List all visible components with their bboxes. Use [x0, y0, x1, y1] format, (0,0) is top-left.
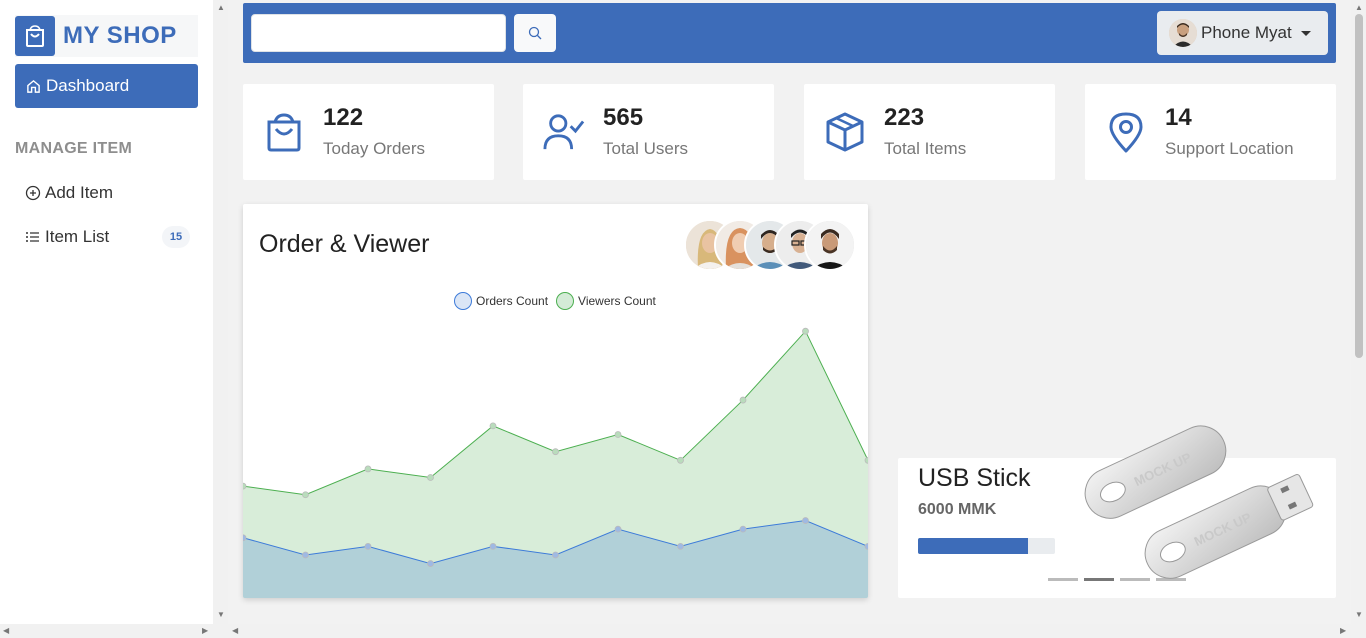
data-point[interactable]	[677, 542, 684, 550]
scroll-left-icon[interactable]: ◀	[3, 626, 9, 635]
home-icon	[26, 79, 41, 94]
product-progress-bar	[918, 538, 1055, 554]
stat-value: 565	[603, 104, 644, 131]
data-point[interactable]	[243, 482, 247, 490]
brand-name: MY SHOP	[63, 22, 177, 49]
data-point[interactable]	[864, 456, 868, 464]
scroll-thumb[interactable]	[1355, 14, 1363, 358]
avatar	[1169, 19, 1197, 47]
scroll-right-icon[interactable]: ▶	[1340, 626, 1346, 635]
progress-fill	[918, 538, 1028, 554]
data-point[interactable]	[243, 534, 247, 542]
sidebar-item-item-list[interactable]: Item List 15	[25, 225, 190, 249]
data-point[interactable]	[552, 448, 559, 456]
scroll-right-icon[interactable]: ▶	[202, 626, 208, 635]
stat-card-users: 565 Total Users	[523, 84, 774, 180]
chart-title: Order & Viewer	[259, 230, 430, 258]
data-point[interactable]	[802, 327, 809, 335]
legend-swatch	[454, 292, 472, 310]
sidebar: MY SHOP Dashboard MANAGE ITEM Add Item I…	[0, 0, 213, 624]
user-name: Phone Myat	[1201, 23, 1292, 42]
scroll-left-icon[interactable]: ◀	[232, 626, 238, 635]
user-menu-button[interactable]: Phone Myat	[1157, 11, 1328, 55]
data-point[interactable]	[677, 456, 684, 464]
product-name: USB Stick	[918, 464, 1031, 492]
stat-value: 122	[323, 104, 364, 131]
viewer-avatars	[684, 219, 856, 271]
map-pin-icon	[1105, 110, 1147, 154]
legend-item-orders[interactable]: Orders Count	[454, 292, 548, 310]
stat-label: Total Items	[884, 139, 967, 158]
data-point[interactable]	[864, 542, 868, 550]
chart-legend: Orders Count Viewers Count	[454, 292, 664, 310]
search-icon	[528, 26, 542, 40]
data-point[interactable]	[364, 465, 372, 473]
scroll-down-icon[interactable]: ▼	[1355, 610, 1363, 619]
legend-swatch	[556, 292, 575, 310]
sidebar-item-label: Dashboard	[46, 76, 130, 95]
order-viewer-chart-card: Order & Viewer Orders Count Viewers Coun…	[243, 204, 868, 598]
caret-down-icon	[1300, 30, 1311, 36]
data-point[interactable]	[739, 396, 747, 404]
stat-label: Support Location	[1165, 139, 1294, 158]
user-check-icon	[543, 110, 585, 154]
data-point[interactable]	[302, 491, 309, 499]
stat-card-items: 223 Total Items	[804, 84, 1055, 180]
section-title: MANAGE ITEM	[15, 140, 133, 157]
legend-label: Orders Count	[476, 294, 549, 308]
data-point[interactable]	[489, 542, 497, 550]
product-price: 6000 MMK	[918, 501, 997, 518]
shopping-bag-icon	[15, 16, 55, 56]
stat-card-locations: 14 Support Location	[1085, 84, 1336, 180]
stat-card-orders: 122 Today Orders	[243, 84, 494, 180]
legend-label: Viewers Count	[578, 294, 656, 308]
sidebar-item-add-item[interactable]: Add Item	[25, 181, 190, 205]
data-point[interactable]	[489, 422, 497, 430]
sidebar-item-label: Add Item	[45, 183, 114, 202]
horizontal-scrollbar[interactable]: ◀ ▶ ◀ ▶	[0, 624, 1366, 638]
legend-item-viewers[interactable]: Viewers Count	[556, 292, 656, 310]
sidebar-item-dashboard[interactable]: Dashboard	[15, 64, 198, 108]
box-icon	[824, 110, 866, 154]
stat-label: Today Orders	[323, 139, 426, 158]
scroll-up-icon[interactable]: ▲	[1355, 3, 1363, 12]
usb-stick-image: MOCK UP MOCK UP	[1084, 425, 1314, 579]
main-scrollbar[interactable]: ▲ ▼	[1351, 0, 1366, 624]
data-point[interactable]	[614, 431, 622, 438]
item-count-badge: 15	[162, 226, 190, 248]
top-navbar: Phone Myat	[243, 3, 1336, 63]
data-point[interactable]	[427, 474, 434, 481]
data-point[interactable]	[552, 551, 559, 559]
scroll-down-icon[interactable]: ▼	[217, 610, 225, 619]
stat-value: 223	[884, 104, 925, 131]
data-point[interactable]	[739, 525, 747, 533]
list-icon	[25, 230, 41, 244]
data-point[interactable]	[302, 551, 309, 559]
sidebar-scrollbar[interactable]: ▲ ▼	[213, 0, 228, 624]
avatar	[804, 219, 856, 271]
scroll-up-icon[interactable]: ▲	[217, 3, 225, 12]
data-point[interactable]	[802, 517, 809, 524]
plus-circle-icon	[25, 185, 41, 201]
data-point[interactable]	[427, 560, 434, 567]
stat-value: 14	[1165, 104, 1192, 131]
data-point[interactable]	[364, 542, 372, 550]
brand[interactable]: MY SHOP	[15, 15, 198, 57]
sidebar-item-label: Item List	[45, 227, 110, 246]
data-point[interactable]	[614, 525, 622, 533]
shopping-bag-icon	[263, 110, 305, 154]
search-button[interactable]	[514, 14, 556, 52]
search-input[interactable]	[251, 14, 506, 52]
stat-label: Total Users	[603, 139, 689, 158]
